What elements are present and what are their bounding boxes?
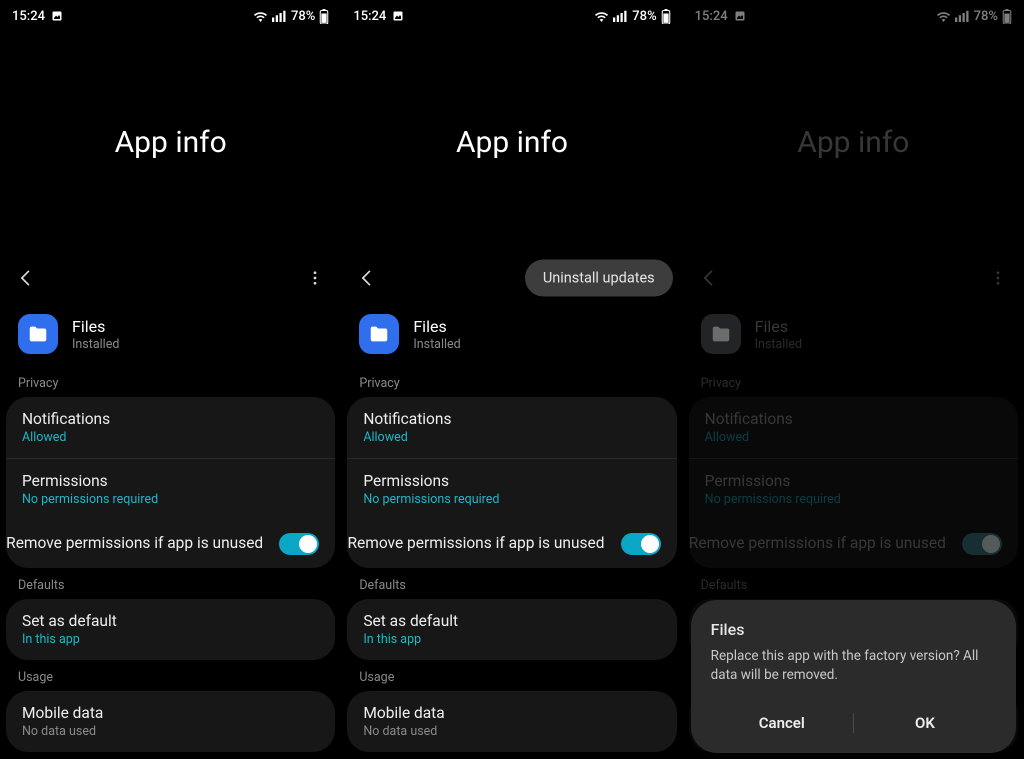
screenshot-2: 15:24 78% App info Uninstall updates (341, 0, 682, 759)
back-button[interactable] (355, 266, 379, 290)
wifi-icon (253, 10, 268, 22)
chevron-left-icon (357, 268, 377, 288)
row-mobile-data[interactable]: Mobile data No data used (6, 691, 335, 752)
row-title: Set as default (363, 612, 660, 630)
row-title: Notifications (363, 410, 660, 428)
remove-permissions-toggle[interactable] (621, 533, 661, 555)
battery-icon (661, 9, 671, 24)
status-battery-text: 78% (632, 9, 656, 24)
row-title: Remove permissions if app is unused (347, 534, 604, 553)
row-sub: No data used (22, 724, 319, 739)
screenshot-1: 15:24 78% App info (0, 0, 341, 759)
folder-icon (27, 323, 49, 345)
row-title: Mobile data (363, 704, 660, 722)
defaults-card: Set as default In this app (347, 599, 676, 660)
privacy-card: Notifications Allowed Permissions No per… (6, 397, 335, 568)
section-usage-label: Usage (341, 660, 682, 691)
row-mobile-data[interactable]: Mobile data No data used (347, 691, 676, 752)
row-permissions[interactable]: Permissions No permissions required (6, 458, 335, 520)
usage-card: Mobile data No data used (6, 691, 335, 752)
back-button[interactable] (14, 266, 38, 290)
signal-icon (613, 10, 628, 22)
row-remove-permissions[interactable]: Remove permissions if app is unused (6, 520, 335, 568)
row-title: Permissions (22, 472, 319, 490)
row-title: Set as default (22, 612, 319, 630)
wifi-icon (594, 10, 609, 22)
row-sub: In this app (22, 632, 319, 647)
status-bar: 15:24 78% (341, 0, 682, 28)
section-privacy-label: Privacy (341, 366, 682, 397)
row-set-as-default[interactable]: Set as default In this app (6, 599, 335, 660)
chevron-left-icon (16, 268, 36, 288)
row-notifications[interactable]: Notifications Allowed (347, 397, 676, 458)
confirm-dialog: Files Replace this app with the factory … (691, 600, 1016, 753)
app-icon (359, 314, 399, 354)
app-name: Files (72, 317, 119, 336)
uninstall-updates-menu-item[interactable]: Uninstall updates (525, 260, 673, 297)
screenshot-indicator-icon (51, 10, 63, 22)
row-sub: Allowed (22, 430, 319, 445)
app-name: Files (413, 317, 460, 336)
section-defaults-label: Defaults (341, 568, 682, 599)
status-time: 15:24 (353, 9, 386, 24)
row-title: Notifications (22, 410, 319, 428)
toolbar: Uninstall updates (341, 256, 682, 300)
usage-card: Mobile data No data used (347, 691, 676, 752)
row-permissions[interactable]: Permissions No permissions required (347, 458, 676, 520)
page-title: App info (456, 125, 568, 160)
toolbar (0, 256, 341, 300)
dialog-cancel-button[interactable]: Cancel (711, 714, 853, 732)
dialog-body: Replace this app with the factory versio… (711, 647, 996, 685)
row-sub: No data used (363, 724, 660, 739)
section-privacy-label: Privacy (0, 366, 341, 397)
app-header: Files Installed (341, 300, 682, 366)
remove-permissions-toggle[interactable] (279, 533, 319, 555)
section-usage-label: Usage (0, 660, 341, 691)
row-sub: In this app (363, 632, 660, 647)
defaults-card: Set as default In this app (6, 599, 335, 660)
screenshot-3: 15:24 78% App info (683, 0, 1024, 759)
row-title: Permissions (363, 472, 660, 490)
uninstall-updates-label: Uninstall updates (543, 270, 655, 287)
app-install-status: Installed (72, 337, 119, 352)
dialog-ok-label: OK (915, 714, 935, 732)
row-notifications[interactable]: Notifications Allowed (6, 397, 335, 458)
signal-icon (272, 10, 287, 22)
status-battery-text: 78% (291, 9, 315, 24)
status-time: 15:24 (12, 9, 45, 24)
section-defaults-label: Defaults (0, 568, 341, 599)
row-title: Mobile data (22, 704, 319, 722)
dialog-ok-button[interactable]: OK (854, 714, 996, 732)
app-install-status: Installed (413, 337, 460, 352)
hero-title-area: App info (0, 28, 341, 256)
app-header: Files Installed (0, 300, 341, 366)
folder-icon (368, 323, 390, 345)
row-remove-permissions[interactable]: Remove permissions if app is unused (347, 520, 676, 568)
row-title: Remove permissions if app is unused (6, 534, 263, 553)
screenshot-indicator-icon (392, 10, 404, 22)
row-set-as-default[interactable]: Set as default In this app (347, 599, 676, 660)
status-bar: 15:24 78% (0, 0, 341, 28)
row-sub: Allowed (363, 430, 660, 445)
page-title: App info (115, 125, 227, 160)
dialog-actions: Cancel OK (711, 703, 996, 743)
more-vertical-icon (306, 269, 324, 287)
dialog-cancel-label: Cancel (759, 714, 805, 732)
app-icon (18, 314, 58, 354)
dialog-title: Files (711, 620, 996, 639)
privacy-card: Notifications Allowed Permissions No per… (347, 397, 676, 568)
row-sub: No permissions required (363, 492, 660, 507)
battery-icon (319, 9, 329, 24)
hero-title-area: App info (341, 28, 682, 256)
row-sub: No permissions required (22, 492, 319, 507)
more-button[interactable] (303, 266, 327, 290)
